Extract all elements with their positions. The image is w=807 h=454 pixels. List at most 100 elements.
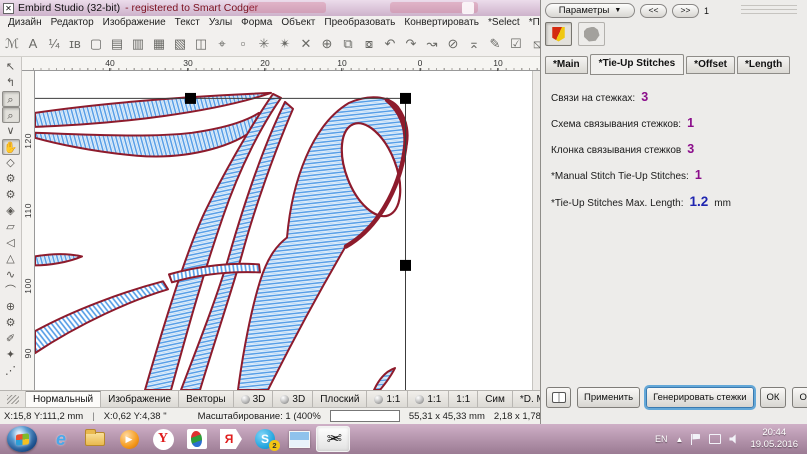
add-icon[interactable]: ⊕ xyxy=(320,34,334,54)
menu-item[interactable]: Редактор xyxy=(51,17,94,31)
show-hidden-icons[interactable]: ▲ xyxy=(676,435,684,444)
menu-item[interactable]: Текст xyxy=(175,17,200,31)
menu-item[interactable]: Объект xyxy=(281,17,315,31)
embird-taskbar-icon[interactable]: ✂ xyxy=(316,426,350,452)
menu-item[interactable]: *Просмотр xyxy=(529,17,540,31)
menu-item[interactable]: Конвертировать xyxy=(404,17,479,31)
cancel-button[interactable]: Отменить xyxy=(792,387,807,408)
view-tab[interactable]: Векторы xyxy=(179,391,234,407)
parameter-row[interactable]: Клонка связывания стежков 3 xyxy=(551,142,797,156)
titlebar[interactable]: ✕ Embird Studio (32-bit) - registered to… xyxy=(0,0,540,16)
sphere-icon[interactable]: ⊕ xyxy=(2,299,20,315)
image-viewer-icon[interactable] xyxy=(282,426,316,452)
zoom-input[interactable] xyxy=(330,410,400,422)
panel-tab[interactable]: *Length xyxy=(737,56,790,74)
small-square-icon[interactable]: ▫ xyxy=(236,34,250,54)
internet-explorer-icon[interactable]: e xyxy=(44,426,78,452)
view-tab[interactable]: Изображение xyxy=(101,391,179,407)
wave-icon[interactable]: ∿ xyxy=(2,267,20,283)
view-tab[interactable]: *D. Ma xyxy=(513,391,540,407)
toolbar-grip[interactable] xyxy=(741,5,797,16)
parameter-row[interactable]: Связи на стежках: 3 xyxy=(551,90,797,104)
shape-tool-button[interactable] xyxy=(578,22,605,46)
media-player-icon[interactable]: ▶ xyxy=(112,426,146,452)
letter-style-icon[interactable]: ɪʙ xyxy=(68,34,82,54)
menu-item[interactable]: *Select xyxy=(488,17,520,31)
regenerate-icon[interactable]: ✳ xyxy=(257,34,271,54)
save-icon[interactable]: ◫ xyxy=(194,34,208,54)
view-tab[interactable]: Плоский xyxy=(313,391,367,407)
parameter-row[interactable]: Схема связывания стежков: 1 xyxy=(551,116,797,130)
merge-icon[interactable]: ▦ xyxy=(152,34,166,54)
start-button[interactable] xyxy=(7,426,37,452)
eyedropper-icon[interactable]: ✎ xyxy=(488,34,502,54)
prev-button[interactable]: << xyxy=(640,4,667,18)
lasso-icon[interactable]: ∨ xyxy=(2,123,20,139)
view-tab[interactable]: 1:1 xyxy=(367,391,408,407)
pan-hand-icon[interactable]: ✋ xyxy=(2,139,20,155)
volume-icon[interactable] xyxy=(729,434,739,444)
gears-icon[interactable]: ⚙ xyxy=(2,171,20,187)
photo-viewer-icon[interactable] xyxy=(180,426,214,452)
view-tab[interactable]: 3D xyxy=(234,391,274,407)
pen-icon[interactable]: ✐ xyxy=(2,331,20,347)
yandex-browser-icon[interactable]: Y xyxy=(146,426,180,452)
paste-icon[interactable]: ⧇ xyxy=(362,34,376,54)
shape-cut-icon[interactable]: ⧅ xyxy=(530,34,540,54)
arc-icon[interactable]: ⌒ xyxy=(2,283,20,299)
panel-tab[interactable]: *Main xyxy=(545,56,588,74)
skype-icon[interactable]: S 2 xyxy=(248,426,282,452)
parallelogram-icon[interactable]: ▱ xyxy=(2,219,20,235)
design-canvas[interactable] xyxy=(35,71,532,390)
new-file-icon[interactable]: ▢ xyxy=(89,34,103,54)
hatch-icon[interactable]: ⋰ xyxy=(2,363,20,379)
fonts-icon[interactable]: ℳ xyxy=(5,34,19,54)
network-icon[interactable] xyxy=(709,434,721,444)
parameter-row[interactable]: *Manual Stitch Tie-Up Stitches: 1 xyxy=(551,168,797,182)
stitch-tool-corner[interactable] xyxy=(0,391,26,407)
copy-icon[interactable]: ⧉ xyxy=(341,34,355,54)
menu-item[interactable]: Изображение xyxy=(103,17,166,31)
fraction-icon[interactable]: ¼ xyxy=(47,34,61,54)
select-arrow-icon[interactable]: ↖ xyxy=(2,59,20,75)
settings-gear-icon[interactable]: ⚙ xyxy=(2,315,20,331)
open-file-icon[interactable]: ▤ xyxy=(110,34,124,54)
view-tab[interactable]: Сим xyxy=(478,391,513,407)
view-tab[interactable]: 1:1 xyxy=(449,391,478,407)
gear-icon[interactable]: ⚙ xyxy=(2,187,20,203)
menu-item[interactable]: Преобразовать xyxy=(324,17,395,31)
checkbox-icon[interactable]: ☑ xyxy=(509,34,523,54)
zoom-icon[interactable]: ⌕ xyxy=(2,91,20,107)
yandex-search-icon[interactable]: Я xyxy=(214,426,248,452)
garment-icon[interactable]: ⌅ xyxy=(467,34,481,54)
next-button[interactable]: >> xyxy=(672,4,699,18)
view-tab[interactable]: Нормальный xyxy=(26,391,101,407)
open-special-icon[interactable]: ▧ xyxy=(173,34,187,54)
undo-icon[interactable]: ↶ xyxy=(383,34,397,54)
zoom-1-icon[interactable]: ⌕ xyxy=(2,107,20,123)
menu-item[interactable]: Дизайн xyxy=(8,17,42,31)
import-icon[interactable]: ▥ xyxy=(131,34,145,54)
color-shield-button[interactable] xyxy=(545,22,572,46)
triangle-icon[interactable]: △ xyxy=(2,251,20,267)
diamond-icon[interactable]: ◈ xyxy=(2,203,20,219)
canvas-scrollbar[interactable] xyxy=(532,71,540,390)
action-center-flag-icon[interactable] xyxy=(691,434,701,445)
ok-button[interactable]: ОК xyxy=(760,387,787,408)
sparkle-icon[interactable]: ✴ xyxy=(278,34,292,54)
menu-item[interactable]: Форма xyxy=(241,17,272,31)
delete-icon[interactable]: ✕ xyxy=(299,34,313,54)
curve-icon[interactable]: ↝ xyxy=(425,34,439,54)
panel-tab[interactable]: *Tie-Up Stitches xyxy=(590,54,685,75)
parameter-row[interactable]: *Tie-Up Stitches Max. Length: 1.2 mm xyxy=(551,194,797,209)
apply-button[interactable]: Применить xyxy=(577,387,640,408)
select-frame-icon[interactable]: ⌖ xyxy=(215,34,229,54)
parameters-button[interactable]: Параметры ▼ xyxy=(545,3,635,18)
no-fill-icon[interactable]: ⊘ xyxy=(446,34,460,54)
file-explorer-icon[interactable] xyxy=(78,426,112,452)
triangle-left-icon[interactable]: ◁ xyxy=(2,235,20,251)
language-indicator[interactable]: EN xyxy=(655,434,668,444)
menu-item[interactable]: Узлы xyxy=(209,17,232,31)
redo-icon[interactable]: ↷ xyxy=(404,34,418,54)
clock[interactable]: 20:44 19.05.2016 xyxy=(750,427,798,452)
